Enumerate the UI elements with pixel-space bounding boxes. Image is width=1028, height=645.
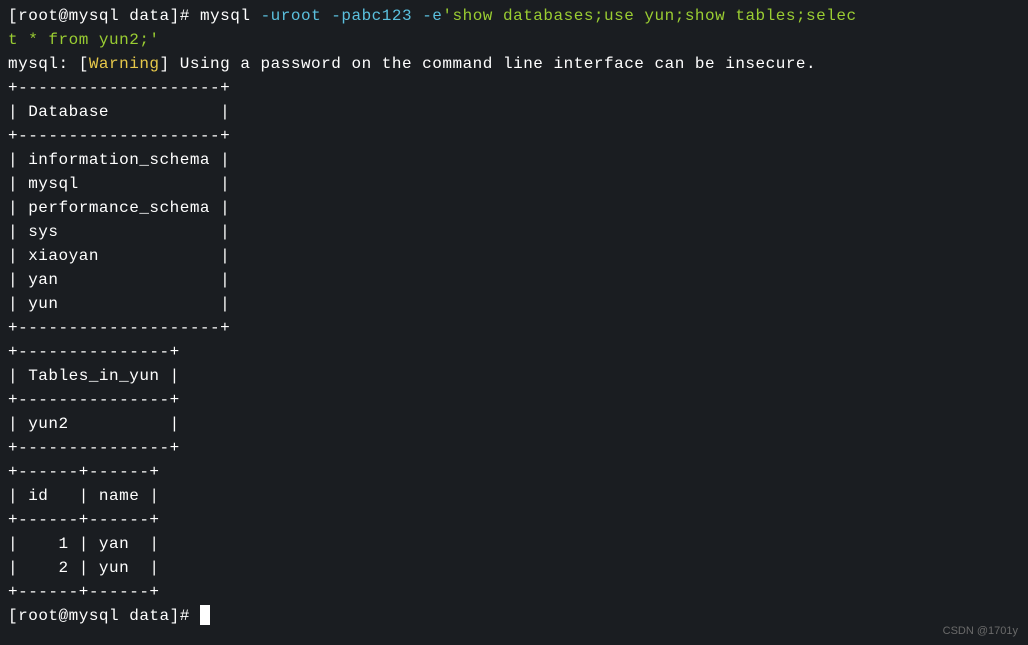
table-row: | yun | — [8, 292, 1020, 316]
command-name: mysql — [200, 7, 261, 25]
table-row: | yan | — [8, 268, 1020, 292]
table1-border-mid: +--------------------+ — [8, 124, 1020, 148]
cursor[interactable] — [200, 605, 210, 625]
table-row: | xiaoyan | — [8, 244, 1020, 268]
watermark: CSDN @1701y — [943, 623, 1018, 640]
command-query-1: 'show databases;use yun;show tables;sele… — [442, 7, 856, 25]
command-query-2: t * from yun2;' — [8, 31, 160, 49]
table-row: | 2 | yun | — [8, 556, 1020, 580]
command-line-1: [root@mysql data]# mysql -uroot -pabc123… — [8, 4, 1020, 28]
prompt-userhost: root@mysql data — [18, 7, 170, 25]
warning-prefix: mysql: [ — [8, 55, 89, 73]
prompt-bracket-open: [ — [8, 7, 18, 25]
command-line-2: t * from yun2;' — [8, 28, 1020, 52]
table-row: | information_schema | — [8, 148, 1020, 172]
prompt-bracket-close: ]# — [170, 607, 200, 625]
table3-border-bot: +------+------+ — [8, 580, 1020, 604]
table2-border-top: +---------------+ — [8, 340, 1020, 364]
prompt-bracket-open: [ — [8, 607, 18, 625]
table-row: | mysql | — [8, 172, 1020, 196]
prompt-bracket-close: ]# — [170, 7, 200, 25]
table1-border-bot: +--------------------+ — [8, 316, 1020, 340]
prompt-line-2[interactable]: [root@mysql data]# — [8, 604, 1020, 628]
table-row: | 1 | yan | — [8, 532, 1020, 556]
table2-header: | Tables_in_yun | — [8, 364, 1020, 388]
table2-border-bot: +---------------+ — [8, 436, 1020, 460]
command-args: -uroot -pabc123 -e — [261, 7, 443, 25]
table3-header: | id | name | — [8, 484, 1020, 508]
table3-border-top: +------+------+ — [8, 460, 1020, 484]
table1-header: | Database | — [8, 100, 1020, 124]
table2-border-mid: +---------------+ — [8, 388, 1020, 412]
warning-label: Warning — [89, 55, 160, 73]
table1-border-top: +--------------------+ — [8, 76, 1020, 100]
prompt-userhost: root@mysql data — [18, 607, 170, 625]
table-row: | performance_schema | — [8, 196, 1020, 220]
warning-line: mysql: [Warning] Using a password on the… — [8, 52, 1020, 76]
table-row: | yun2 | — [8, 412, 1020, 436]
warning-suffix: ] Using a password on the command line i… — [160, 55, 817, 73]
table3-border-mid: +------+------+ — [8, 508, 1020, 532]
table-row: | sys | — [8, 220, 1020, 244]
